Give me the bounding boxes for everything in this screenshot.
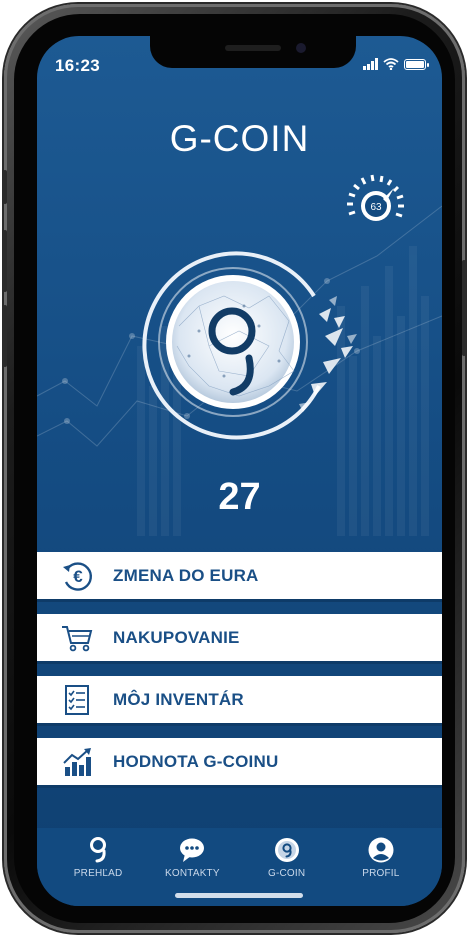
bottom-navigation: PREHĽAD KONTAKTY G-COIN PROFIL [37, 828, 442, 906]
speedometer-gauge-icon: 63 [347, 174, 404, 221]
menu-item-label: MÔJ INVENTÁR [113, 689, 244, 709]
checklist-icon [37, 675, 113, 725]
coin-balance: 27 [218, 476, 261, 518]
phone-side-button [3, 230, 7, 292]
euro-exchange-icon: € [37, 551, 113, 601]
chat-bubble-icon [178, 834, 206, 866]
menu-item-exchange-to-euro[interactable]: € ZMENA DO EURA [37, 552, 442, 602]
nav-item-overview[interactable]: PREHĽAD [58, 834, 138, 906]
menu-item-label: HODNOTA G-COINU [113, 751, 279, 771]
action-menu: € ZMENA DO EURA NAKUPOVANIE MÔJ INVENTÁR… [37, 552, 442, 800]
nav-item-label: KONTAKTY [164, 868, 220, 879]
growth-chart-icon [37, 737, 113, 787]
speaker-grille [225, 45, 281, 51]
nav-item-label: PROFIL [362, 868, 400, 879]
battery-icon [404, 58, 429, 70]
g-coin-icon [273, 834, 301, 866]
nav-item-label: PREHĽAD [73, 868, 123, 879]
shopping-cart-icon [37, 613, 113, 663]
status-time: 16:23 [55, 56, 100, 75]
menu-item-shopping[interactable]: NAKUPOVANIE [37, 614, 442, 664]
svg-text:€: € [73, 567, 83, 586]
phone-side-button [3, 170, 7, 204]
wifi-icon [383, 58, 399, 70]
menu-item-gcoin-value[interactable]: HODNOTA G-COINU [37, 738, 442, 788]
app-screen: 16:23 G-COIN 63 27 € ZMENA DO EURA NAKUP… [37, 36, 442, 906]
user-icon [367, 834, 395, 866]
status-icons [363, 58, 429, 70]
g-logo-icon [87, 834, 109, 866]
page-title: G-COIN [169, 118, 310, 159]
phone-side-button [3, 305, 7, 367]
g-coin-emblem [142, 251, 357, 440]
nav-item-label: G-COIN [267, 868, 306, 879]
nav-item-profile[interactable]: PROFIL [341, 834, 421, 906]
home-indicator[interactable] [175, 893, 303, 898]
menu-item-label: ZMENA DO EURA [113, 565, 259, 585]
menu-item-inventory[interactable]: MÔJ INVENTÁR [37, 676, 442, 726]
signal-icon [363, 58, 378, 70]
phone-side-button [462, 260, 466, 356]
front-camera [296, 43, 306, 53]
gauge-value: 63 [370, 202, 382, 213]
phone-notch [150, 36, 356, 68]
menu-item-label: NAKUPOVANIE [113, 627, 240, 647]
